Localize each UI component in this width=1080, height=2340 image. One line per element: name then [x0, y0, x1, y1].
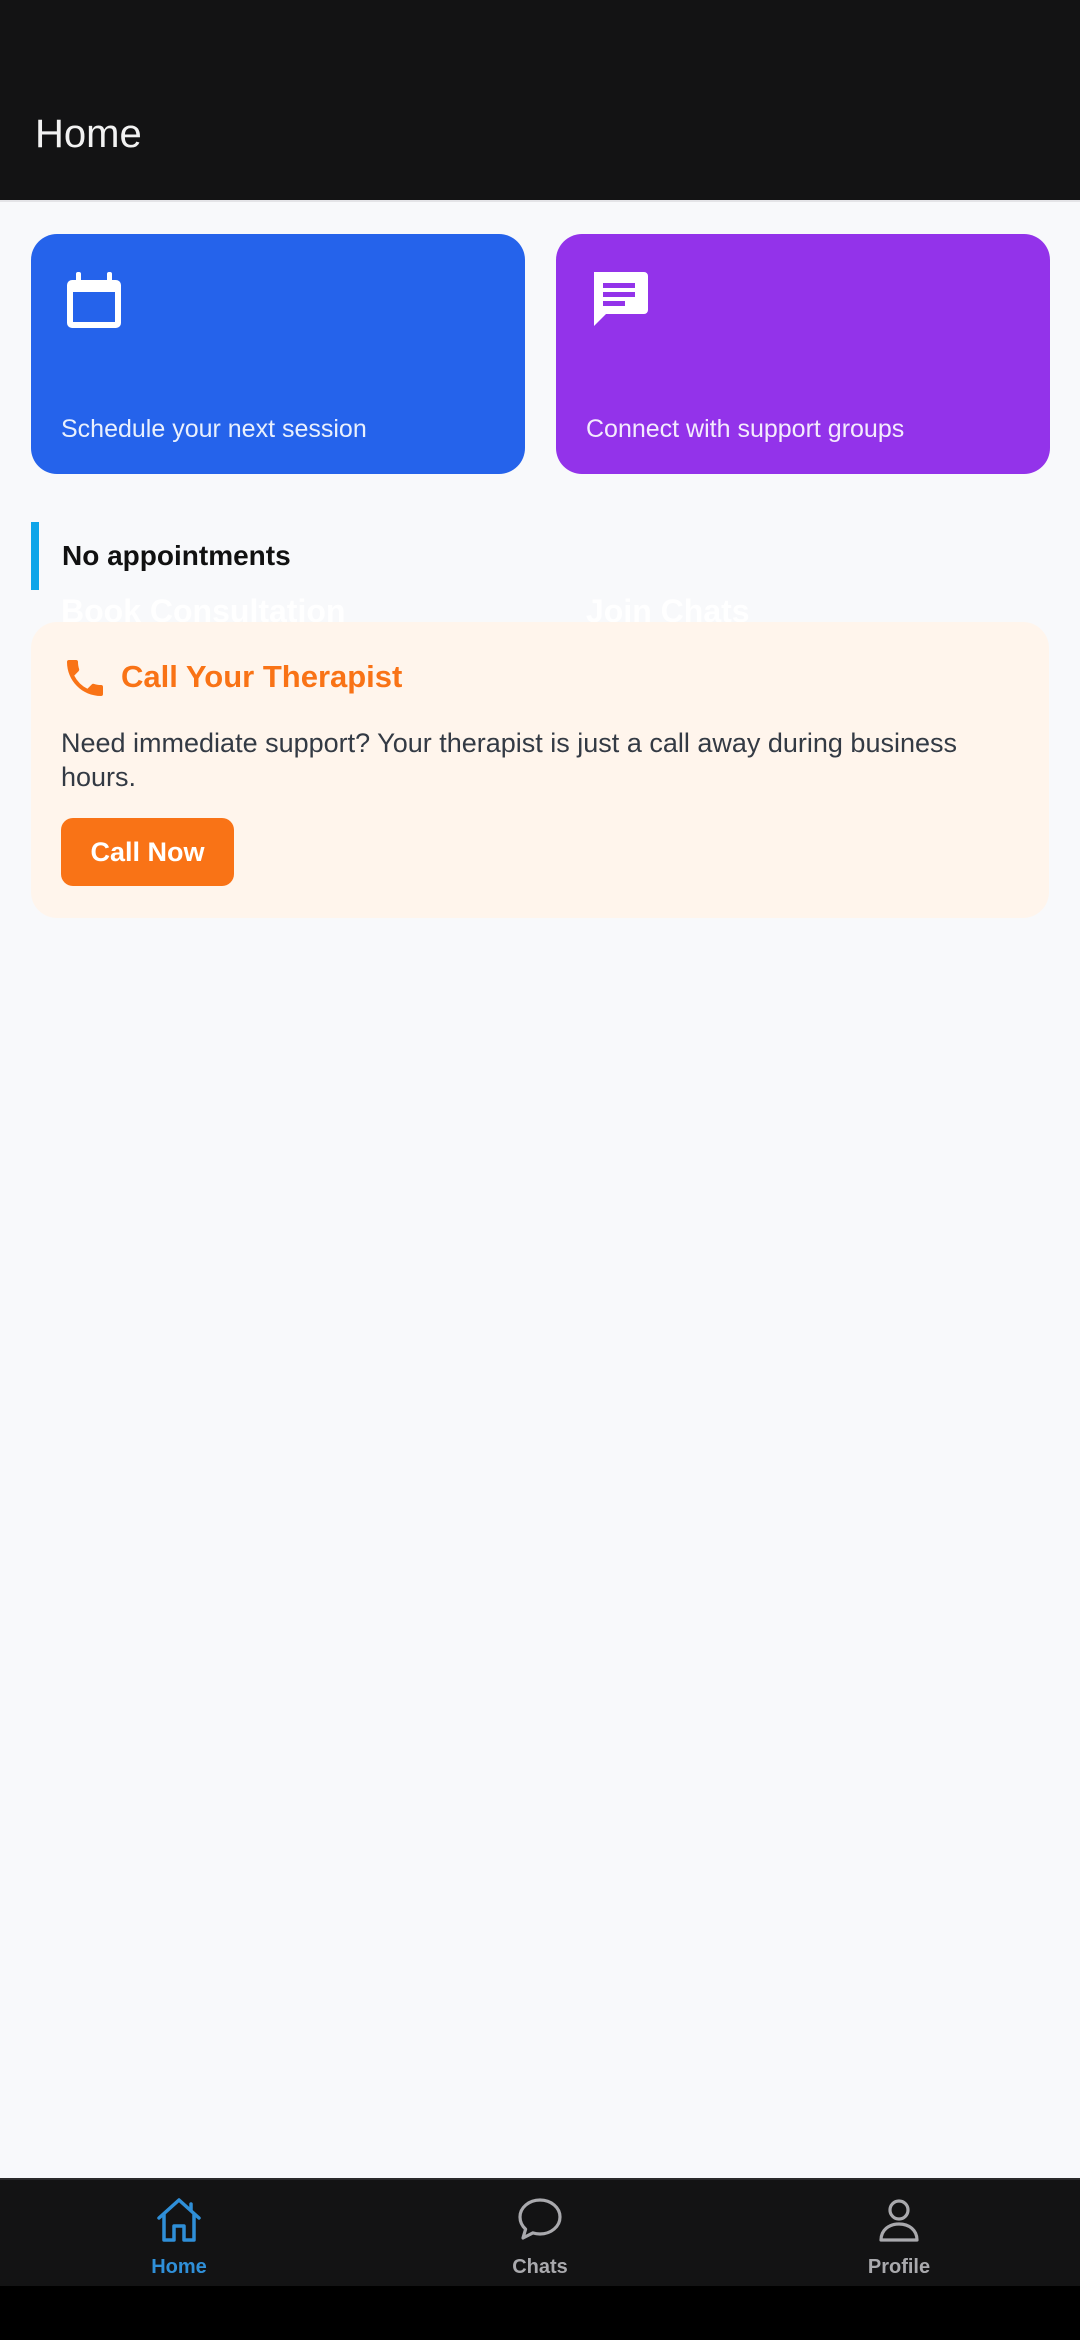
home-screen: Home Book Consultation Schedule your nex… — [0, 0, 1080, 2340]
nav-label-profile: Profile — [867, 2256, 931, 2278]
appointments-accent-bar — [31, 522, 39, 590]
chat-bubble-icon — [594, 272, 648, 326]
system-navigation-bar — [0, 2286, 1080, 2340]
app-bar: Home — [0, 0, 1080, 202]
no-appointments-text: No appointments — [62, 540, 291, 571]
join-chats-subtitle: Connect with support groups — [586, 415, 905, 443]
profile-icon — [879, 2199, 919, 2242]
calendar-icon — [67, 272, 121, 328]
nav-label-chats: Chats — [512, 2256, 568, 2278]
book-consultation-subtitle: Schedule your next session — [61, 415, 367, 443]
page-title: Home — [35, 112, 142, 156]
call-now-button[interactable]: Call Now — [61, 818, 234, 886]
join-chats-card[interactable]: Join Chats Connect with support groups — [556, 234, 1050, 629]
bottom-navigation: Home Chats Profile — [0, 2178, 1080, 2286]
chat-icon — [518, 2198, 562, 2240]
call-therapist-card: Call Your Therapist Need immediate suppo… — [31, 622, 1049, 918]
nav-label-home: Home — [151, 2256, 207, 2278]
phone-icon — [67, 660, 103, 696]
nav-item-chats[interactable]: Chats — [440, 2180, 640, 2288]
appointments-section: No appointments — [31, 522, 331, 590]
call-therapist-title: Call Your Therapist — [121, 659, 403, 694]
home-icon — [157, 2198, 201, 2242]
nav-item-profile[interactable]: Profile — [799, 2180, 999, 2288]
nav-item-home[interactable]: Home — [79, 2180, 279, 2288]
book-consultation-card[interactable]: Book Consultation Schedule your next ses… — [31, 234, 525, 629]
call-therapist-description: Need immediate support? Your therapist i… — [61, 728, 957, 792]
